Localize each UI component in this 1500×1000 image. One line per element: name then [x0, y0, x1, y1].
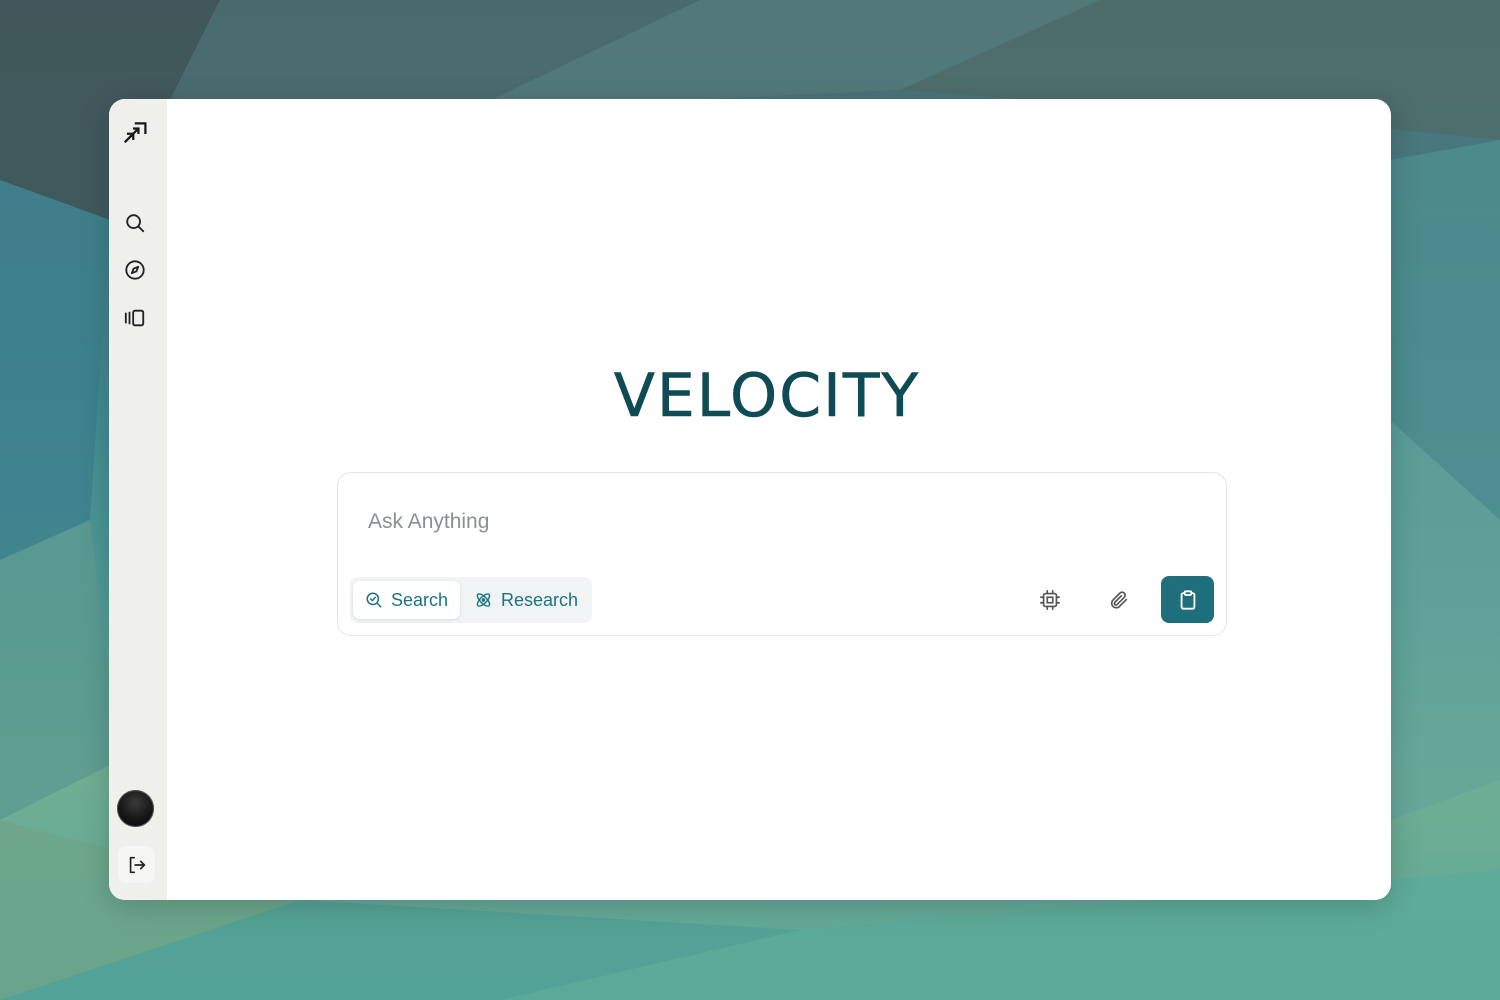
- search-mode-label: Search: [390, 589, 448, 610]
- sidebar: [109, 99, 167, 900]
- search-check-icon: [366, 592, 382, 608]
- user-avatar[interactable]: [117, 790, 154, 827]
- cpu-chip-icon[interactable]: [1035, 585, 1065, 615]
- mode-toggle: Search Research: [350, 577, 592, 623]
- atom-icon: [476, 593, 491, 607]
- logout-icon: [129, 856, 145, 873]
- ask-input[interactable]: [368, 507, 1068, 537]
- composer: Search Research: [337, 472, 1227, 636]
- search-icon[interactable]: [122, 210, 148, 236]
- library-icon[interactable]: [122, 305, 148, 331]
- brand-title: VELOCITY: [613, 361, 921, 432]
- submit-button[interactable]: [1161, 576, 1214, 623]
- compass-icon[interactable]: [122, 257, 148, 283]
- search-mode-button[interactable]: Search: [353, 581, 460, 619]
- research-mode-button[interactable]: Research: [462, 581, 590, 619]
- clipboard-icon: [1180, 589, 1195, 610]
- logout-button[interactable]: [118, 846, 155, 883]
- paperclip-icon[interactable]: [1104, 585, 1134, 615]
- trend-arrows-icon[interactable]: [122, 119, 148, 145]
- research-mode-label: Research: [500, 589, 578, 610]
- app-window: VELOCITY Search Research: [109, 99, 1391, 900]
